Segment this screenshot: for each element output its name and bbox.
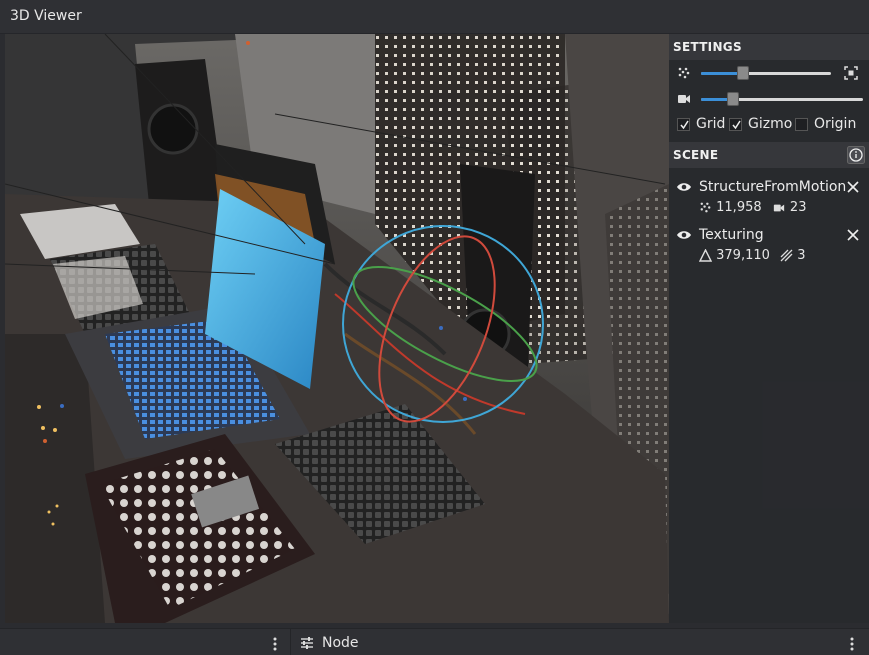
sliders-icon: [301, 637, 313, 649]
camera-icon: [773, 204, 784, 211]
side-panel: SETTINGS Grid Gizmo Origin SCENE Structu…: [669, 34, 869, 623]
scene-item-texturing[interactable]: Texturing 379,110 3: [669, 224, 869, 272]
texture-icon: [780, 249, 793, 262]
slider-thumb[interactable]: [737, 66, 749, 80]
info-icon[interactable]: [847, 146, 865, 164]
origin-checkbox[interactable]: [795, 118, 808, 131]
scene-render[interactable]: [5, 34, 669, 623]
fit-to-view-icon[interactable]: [844, 66, 858, 80]
more-options-icon[interactable]: [273, 637, 277, 651]
point-size-row: [669, 60, 869, 86]
display-toggles: Grid Gizmo Origin: [669, 112, 869, 138]
camera-scale-row: [669, 86, 869, 112]
window-title: 3D Viewer: [10, 8, 82, 24]
gizmo-checkbox[interactable]: [729, 118, 742, 131]
camera-icon: [678, 95, 690, 103]
node-panel-title: Node: [322, 635, 359, 651]
grid-checkbox[interactable]: [677, 118, 690, 131]
scene-item-name: StructureFromMotion: [699, 179, 847, 195]
check-icon: [732, 120, 741, 130]
gizmo-label: Gizmo: [748, 116, 793, 132]
eye-icon[interactable]: [676, 229, 692, 241]
slider-thumb[interactable]: [727, 92, 739, 106]
eye-icon[interactable]: [676, 181, 692, 193]
more-options-icon[interactable]: [850, 637, 854, 651]
close-icon[interactable]: [847, 229, 859, 241]
settings-header: SETTINGS: [669, 34, 869, 60]
point-size-icon: [678, 67, 690, 79]
origin-label: Origin: [814, 116, 857, 132]
triangle-count: 379,110: [716, 248, 770, 263]
bottom-bar: Node: [0, 628, 869, 655]
texture-count: 3: [797, 248, 806, 263]
points-icon: [700, 202, 711, 213]
camera-count: 23: [789, 200, 807, 215]
3d-viewport[interactable]: [5, 34, 669, 623]
title-bar: 3D Viewer: [0, 0, 869, 34]
grid-label: Grid: [696, 116, 726, 132]
triangle-icon: [698, 248, 713, 262]
scene-item-name: Texturing: [699, 227, 764, 243]
scene-item-structurefrommotion[interactable]: StructureFromMotion 11,958 23: [669, 176, 869, 224]
point-count: 11,958: [716, 200, 762, 215]
close-icon[interactable]: [847, 181, 859, 193]
scene-header-label: SCENE: [673, 148, 719, 162]
scene-header: SCENE: [669, 142, 869, 168]
check-icon: [680, 120, 689, 130]
